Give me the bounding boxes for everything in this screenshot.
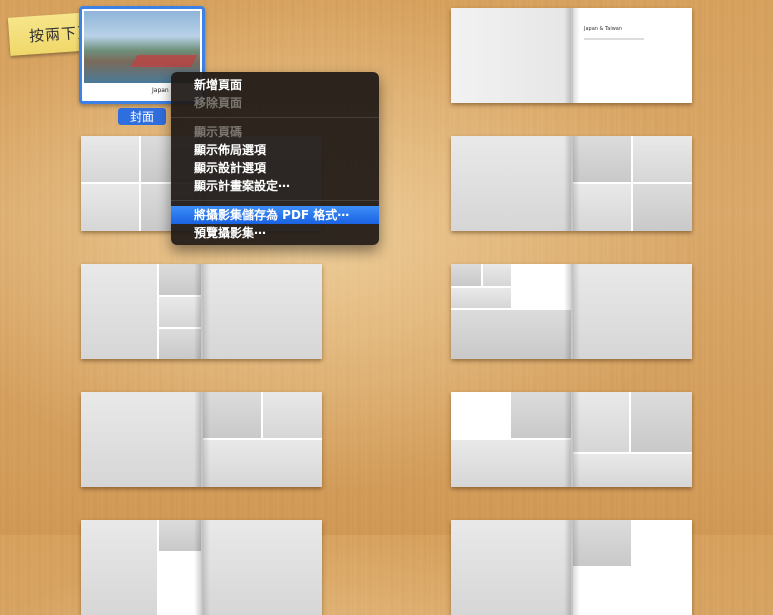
- menu-separator: [171, 200, 379, 201]
- menu-item-show-page-numbers[interactable]: 顯示頁碼: [171, 123, 379, 141]
- menu-item-preview-book[interactable]: 預覽攝影集⋯: [171, 224, 379, 242]
- spread-thumbnail[interactable]: [451, 520, 692, 615]
- menu-separator: [171, 117, 379, 118]
- context-menu: 新增頁面 移除頁面 顯示頁碼 顯示佈局選項 顯示設計選項 顯示計畫案設定⋯ 將攝…: [171, 72, 379, 245]
- spread-thumbnail[interactable]: [81, 264, 322, 359]
- menu-item-show-layout-options[interactable]: 顯示佈局選項: [171, 141, 379, 159]
- spread-thumbnail[interactable]: [81, 392, 322, 487]
- spread-thumbnail[interactable]: [451, 136, 692, 231]
- menu-item-project-settings[interactable]: 顯示計畫案設定⋯: [171, 177, 379, 195]
- spread-title: Japan & Taiwan: [584, 26, 623, 32]
- spread-thumbnail[interactable]: [81, 520, 322, 615]
- cover-page-title: Japan: [152, 87, 169, 94]
- menu-item-remove-page[interactable]: 移除頁面: [171, 94, 379, 112]
- menu-item-save-as-pdf[interactable]: 將攝影集儲存為 PDF 格式⋯: [171, 206, 379, 224]
- cover-label: 封面: [118, 108, 166, 125]
- spread-thumbnail[interactable]: [451, 392, 692, 487]
- spread-thumbnail[interactable]: [451, 264, 692, 359]
- menu-item-show-design-options[interactable]: 顯示設計選項: [171, 159, 379, 177]
- menu-item-add-page[interactable]: 新增頁面: [171, 76, 379, 94]
- spread-thumbnail[interactable]: Japan & Taiwan: [451, 8, 692, 103]
